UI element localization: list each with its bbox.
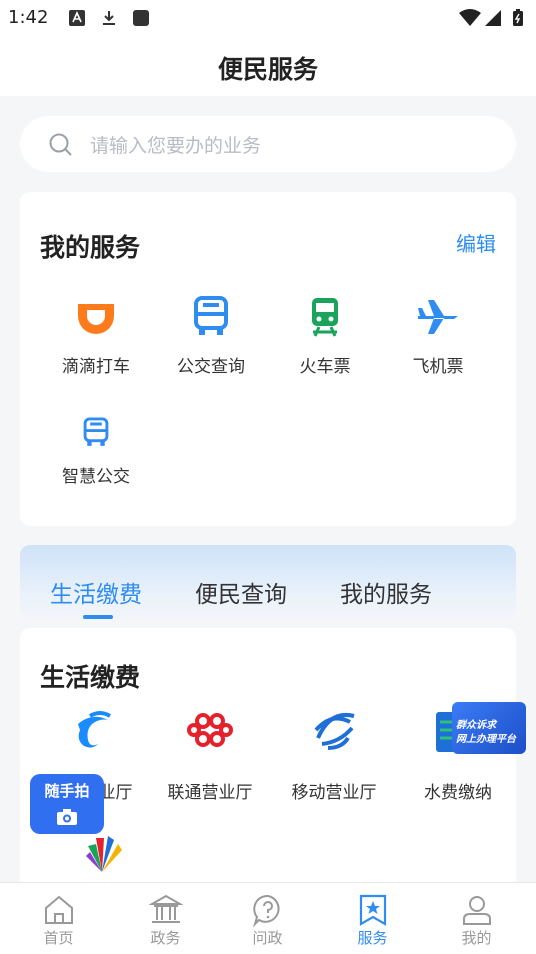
snapshot-button[interactable]: 随手拍 [30, 774, 104, 834]
status-time: 1:42 [8, 7, 49, 28]
nav-service[interactable]: 服务 [319, 883, 426, 954]
service-star-icon [359, 894, 387, 926]
tab-my-services[interactable]: 我的服务 [340, 575, 432, 609]
service-bus-query[interactable]: 公交查询 [151, 292, 271, 392]
partial-service-icon[interactable] [82, 832, 126, 876]
service-label: 滴滴打车 [62, 357, 130, 377]
fee-unicom[interactable]: 联通营业厅 [148, 708, 272, 808]
life-fees-card: 生活缴费 营业厅 联通营业厅 移动营业厅 水费缴纳 [20, 628, 516, 888]
fee-label: 移动营业厅 [291, 783, 377, 803]
question-icon [253, 894, 280, 927]
life-fees-title: 生活缴费 [40, 663, 141, 692]
category-tabs: 生活缴费 便民查询 我的服务 [20, 545, 516, 623]
tab-life-fees[interactable]: 生活缴费 [50, 575, 142, 609]
camera-icon [57, 809, 77, 825]
china-mobile-icon [314, 713, 355, 750]
download-icon [103, 11, 115, 25]
nav-profile[interactable]: 我的 [423, 883, 530, 954]
nav-label: 我的 [461, 929, 492, 947]
plane-icon [418, 300, 458, 334]
service-label: 飞机票 [412, 357, 464, 377]
smart-bus-icon [83, 417, 109, 446]
battery-icon [513, 9, 523, 26]
active-tab-indicator [83, 615, 113, 619]
snapshot-label: 随手拍 [44, 782, 90, 800]
tab-convenience-query[interactable]: 便民查询 [195, 575, 287, 609]
service-flight-ticket[interactable]: 飞机票 [378, 292, 498, 392]
signal-icon [485, 10, 501, 26]
nav-label: 首页 [43, 929, 74, 947]
search-icon [49, 133, 72, 156]
fee-mobile[interactable]: 移动营业厅 [272, 708, 396, 808]
home-icon [45, 895, 73, 924]
service-train-ticket[interactable]: 火车票 [265, 292, 385, 392]
search-section: 请输入您要办的业务 [0, 96, 536, 172]
app-badge-icon [133, 10, 149, 26]
fee-label: 联通营业厅 [167, 783, 253, 803]
promo-line-2: 网上办理平台 [456, 734, 516, 745]
government-icon [149, 894, 183, 923]
my-services-card: 我的服务 编辑 滴滴打车 公交查询 火车票 飞机票 智慧公交 [20, 192, 516, 526]
promo-line-1: 群众诉求 [456, 720, 496, 731]
public-appeal-banner[interactable]: 群众诉求 网上办理平台 [452, 702, 526, 754]
didi-icon [78, 304, 114, 334]
my-services-title: 我的服务 [40, 233, 141, 262]
bottom-navigation: 首页 政务 问政 服务 我的 [0, 882, 536, 954]
search-placeholder: 请输入您要办的业务 [90, 135, 262, 157]
service-label: 公交查询 [177, 357, 245, 377]
service-didi[interactable]: 滴滴打车 [36, 292, 156, 392]
service-label: 智慧公交 [62, 467, 130, 487]
page-header: 便民服务 [0, 36, 536, 96]
nav-home[interactable]: 首页 [5, 883, 112, 954]
nav-inquiry[interactable]: 问政 [214, 883, 321, 954]
edit-button[interactable]: 编辑 [456, 228, 496, 257]
nav-label: 政务 [150, 929, 181, 947]
china-unicom-icon [187, 713, 233, 747]
search-input[interactable]: 请输入您要办的业务 [20, 116, 516, 172]
fee-label: 水费缴纳 [424, 783, 492, 803]
service-label: 火车票 [299, 357, 351, 377]
service-smart-bus[interactable]: 智慧公交 [36, 414, 156, 514]
nav-label: 问政 [252, 929, 283, 947]
train-icon [312, 298, 338, 337]
page-title: 便民服务 [217, 55, 318, 84]
bus-icon [194, 296, 228, 335]
user-icon [463, 896, 491, 925]
nav-label: 服务 [357, 929, 388, 947]
app-notification-icon [69, 10, 85, 26]
status-bar: 1:42 [0, 0, 536, 36]
nav-government[interactable]: 政务 [112, 883, 219, 954]
china-telecom-icon [78, 711, 112, 748]
wifi-icon [459, 9, 481, 26]
